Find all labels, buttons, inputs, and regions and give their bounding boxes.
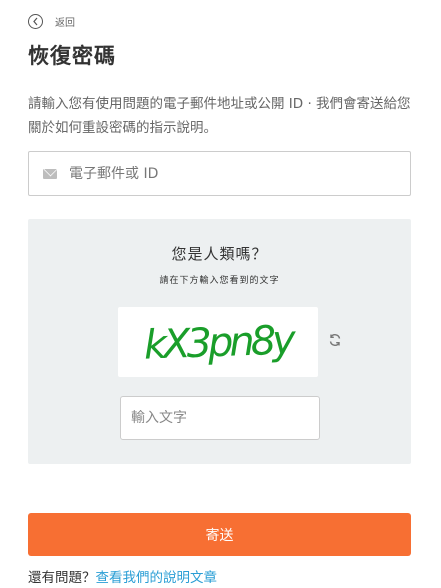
captcha-image: kX3pn8y xyxy=(118,307,318,377)
help-line: 還有問題？查看我們的說明文章 xyxy=(28,566,217,586)
captcha-panel: 您是人類嗎？ 請在下方輸入您看到的文字 kX3pn8y xyxy=(28,219,411,464)
back-link[interactable]: 返回 xyxy=(28,12,75,30)
help-article-link[interactable]: 查看我們的說明文章 xyxy=(96,570,218,586)
email-or-id-input[interactable] xyxy=(69,165,389,182)
captcha-title: 您是人類嗎？ xyxy=(171,245,268,263)
captcha-input-field[interactable] xyxy=(120,396,320,440)
refresh-icon[interactable] xyxy=(328,332,342,346)
captcha-image-text: kX3pn8y xyxy=(143,317,298,368)
chevron-left-circle-icon[interactable] xyxy=(28,13,43,29)
page-description: 請輸入您有使用問題的電子郵件地址或公開 ID · 我們會寄送給您關於如何重設密碼… xyxy=(28,96,411,136)
captcha-subtitle: 請在下方輸入您看到的文字 xyxy=(159,276,280,286)
page-title: 恢復密碼 xyxy=(28,44,116,68)
help-prefix: 還有問題？ xyxy=(28,570,96,586)
captcha-input[interactable] xyxy=(131,410,311,426)
back-label[interactable]: 返回 xyxy=(55,14,75,29)
send-button[interactable]: 寄送 xyxy=(28,513,411,556)
envelope-icon xyxy=(43,168,57,179)
email-or-id-field[interactable] xyxy=(28,151,411,196)
